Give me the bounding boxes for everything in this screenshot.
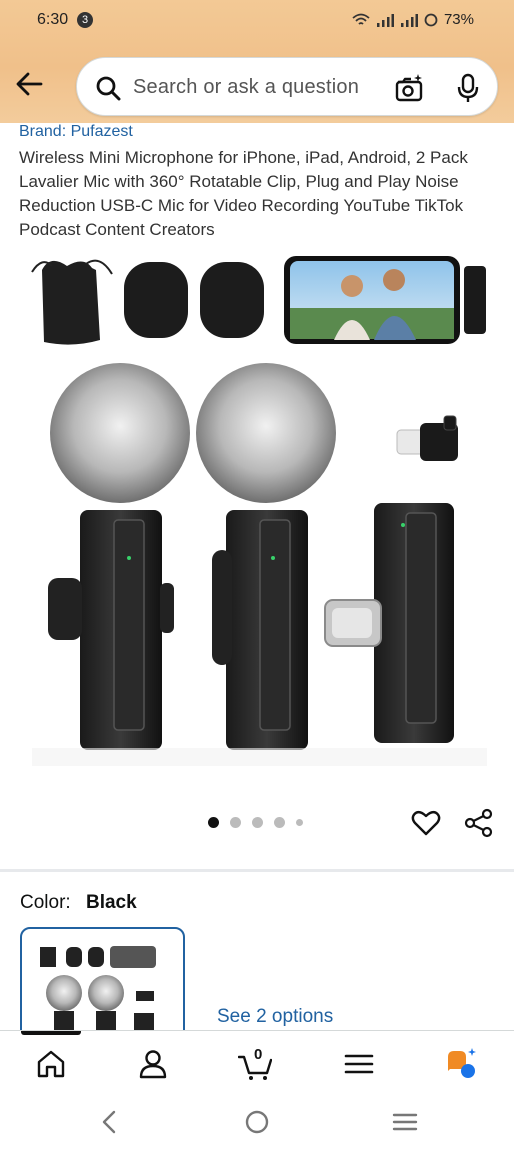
account-icon[interactable]	[136, 1047, 170, 1081]
product-image[interactable]	[22, 248, 494, 768]
system-recents-icon[interactable]	[392, 1109, 418, 1135]
carousel-dot[interactable]	[208, 817, 219, 828]
section-divider	[0, 869, 514, 872]
microphone-1	[48, 363, 190, 750]
cart-count: 0	[254, 1046, 263, 1063]
search-icon	[96, 76, 121, 101]
battery-percent: 73%	[443, 11, 474, 28]
product-title: Wireless Mini Microphone for iPhone, iPa…	[19, 148, 468, 239]
microphone-icon[interactable]	[455, 73, 481, 103]
image-carousel-dots[interactable]	[208, 817, 303, 828]
microphone-2	[196, 363, 336, 750]
battery-icon	[424, 13, 438, 26]
camera-search-icon[interactable]	[394, 73, 424, 103]
brand-link[interactable]: Brand: Pufazest	[19, 123, 133, 141]
home-icon[interactable]	[34, 1047, 68, 1081]
status-time: 6:30	[37, 11, 69, 28]
color-selector-label: Color: Black	[20, 892, 137, 914]
storage-bag	[31, 259, 113, 345]
system-back-icon[interactable]	[98, 1109, 122, 1135]
lightning-adapter	[396, 415, 458, 461]
see-options-link[interactable]: See 2 options	[217, 1006, 333, 1028]
carousel-dot[interactable]	[274, 817, 285, 828]
system-home-icon[interactable]	[244, 1109, 270, 1135]
status-icons: 73%	[352, 11, 474, 28]
phone-preview	[284, 256, 486, 344]
system-navigation-bar	[0, 1095, 514, 1151]
swatch-thumbnail	[40, 946, 156, 1044]
header: 6:30 3 73% Search or ask a question	[0, 0, 514, 123]
signal-icon-2	[400, 13, 418, 27]
search-bar[interactable]: Search or ask a question	[76, 57, 498, 116]
status-bar: 6:30 3 73%	[0, 0, 514, 40]
active-tab-indicator	[21, 1031, 81, 1035]
foam-cover	[124, 262, 188, 338]
heart-icon[interactable]	[411, 808, 441, 838]
wifi-icon	[352, 13, 370, 25]
color-label: Color:	[20, 892, 71, 913]
screen: { "status_bar": { "time": "6:30", "notif…	[0, 0, 514, 1151]
carousel-dot[interactable]	[296, 819, 303, 826]
menu-icon[interactable]	[342, 1047, 376, 1081]
receiver-usb-c	[324, 503, 454, 743]
color-swatch-black[interactable]	[20, 927, 185, 1047]
carousel-dot[interactable]	[252, 817, 263, 828]
search-placeholder[interactable]: Search or ask a question	[133, 76, 359, 99]
back-arrow-icon[interactable]	[14, 70, 46, 98]
share-icon[interactable]	[464, 808, 494, 838]
rufus-ai-icon[interactable]	[444, 1047, 478, 1081]
signal-icon	[376, 13, 394, 27]
color-value: Black	[85, 892, 137, 913]
carousel-dot[interactable]	[230, 817, 241, 828]
notification-count-badge: 3	[77, 12, 93, 28]
foam-cover	[200, 262, 264, 338]
